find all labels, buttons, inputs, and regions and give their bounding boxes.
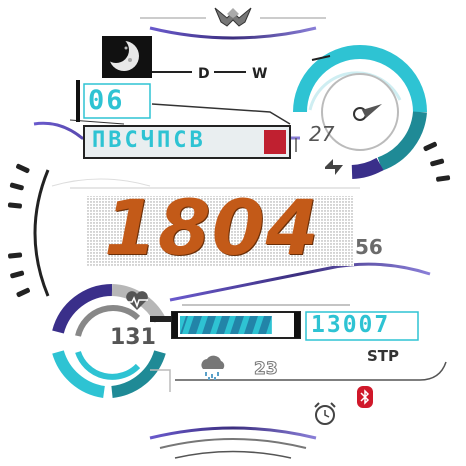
time-hours-minutes: 1804 — [104, 183, 320, 272]
step-count: 13007 — [311, 312, 391, 338]
weather-gauge — [293, 45, 427, 179]
left-arc — [33, 169, 50, 297]
time-seconds: 56 — [355, 235, 383, 259]
watch-face: 1804 56 06 ΠΒСЧΠСΒ D W 27 23 131 13007 S… — [0, 0, 466, 466]
bluetooth-icon — [357, 386, 373, 408]
week-label: W — [252, 66, 268, 82]
heart-rate-icon — [126, 291, 148, 310]
date-month: ΠΒСЧΠСΒ — [92, 128, 206, 153]
bottom-arc — [149, 426, 317, 440]
step-progress-bar — [171, 311, 301, 339]
temperature: 27 — [309, 122, 335, 146]
forecast-temperature: 23 — [254, 359, 279, 379]
date-day: 06 — [88, 85, 125, 116]
alarm-clock-icon — [314, 402, 336, 425]
wing-logo-icon — [214, 7, 252, 27]
lightning-icon — [325, 159, 343, 175]
day-label: D — [198, 66, 210, 82]
right-dashes — [423, 141, 451, 182]
left-dashes — [7, 163, 30, 298]
steps-unit: STP — [367, 347, 400, 365]
rain-cloud-icon — [201, 355, 225, 380]
battery-level: 131 — [110, 325, 156, 350]
